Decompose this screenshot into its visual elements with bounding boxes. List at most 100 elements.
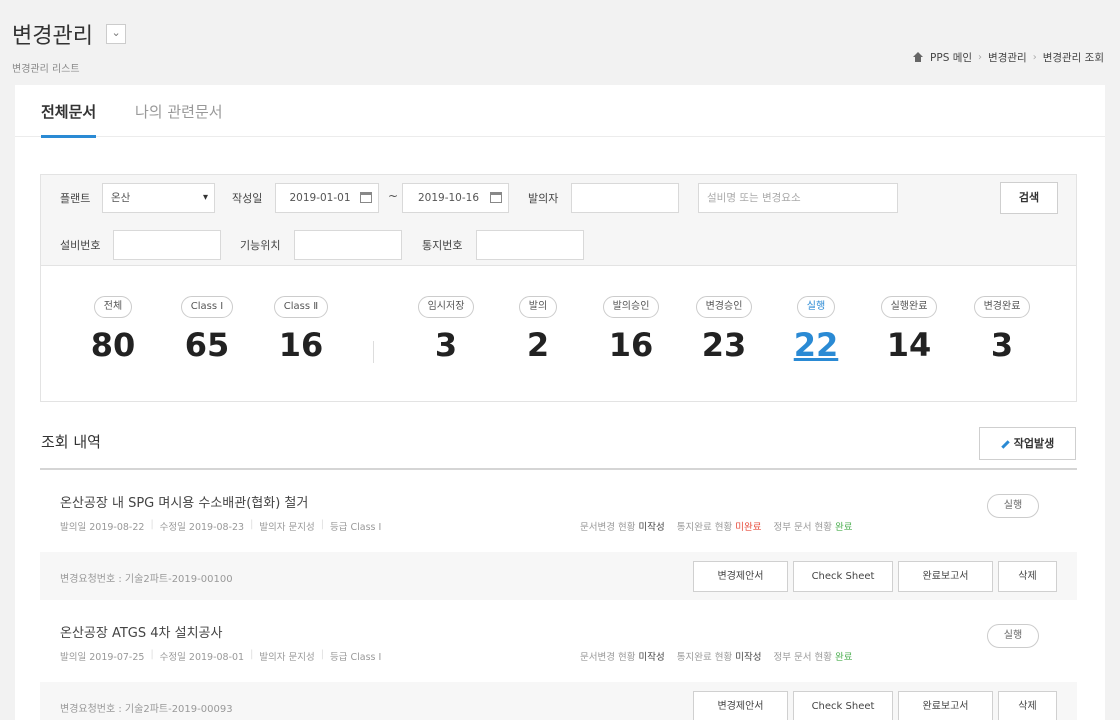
item-request-code: 변경요청번호 : 기술2파트-2019-00093 [60, 704, 233, 715]
date-from-input[interactable]: 2019-01-01 [275, 183, 379, 213]
item-requested-date: 발의일 2019-08-22 [60, 522, 145, 533]
home-icon[interactable] [912, 52, 924, 63]
stat-execution-done[interactable]: 실행완료 14 [874, 294, 944, 364]
change-proposal-button[interactable]: 변경제안서 [693, 561, 788, 592]
tab-my-documents[interactable]: 나의 관련문서 [135, 101, 223, 135]
doc-status-value: 미작성 [638, 652, 665, 663]
item-requester: 발의자 문지성 [259, 652, 315, 663]
stat-value: 16 [278, 326, 324, 364]
stat-value[interactable]: 22 [781, 326, 851, 364]
date-range-separator: ~ [388, 189, 399, 203]
stat-value: 80 [90, 326, 136, 364]
page-title: 변경관리 [12, 24, 93, 49]
requester-input[interactable] [571, 183, 679, 213]
stat-class-2[interactable]: Class Ⅱ 16 [266, 294, 336, 364]
keyword-input[interactable]: 설비명 또는 변경요소 [698, 183, 898, 213]
project-status-label: 정부 문서 현황 [773, 652, 832, 663]
stat-requested[interactable]: 발의 2 [503, 294, 573, 364]
function-location-label: 기능위치 [240, 239, 281, 252]
stat-divider [373, 341, 374, 363]
stat-label: 발의승인 [602, 296, 660, 318]
change-proposal-button[interactable]: 변경제안서 [693, 691, 788, 720]
completion-report-button[interactable]: 완료보고서 [898, 691, 993, 720]
item-title[interactable]: 온산공장 ATGS 4차 설치공사 [60, 622, 222, 641]
item-title[interactable]: 온산공장 내 SPG 며시용 수소배관(협화) 철거 [60, 492, 308, 511]
item-modified-date: 수정일 2019-08-01 [159, 652, 245, 663]
notice-number-label: 통지번호 [422, 239, 463, 252]
breadcrumb-item-home[interactable]: PPS 메인 [930, 50, 972, 65]
equipment-number-label: 설비번호 [60, 239, 101, 252]
notify-status-label: 통지완료 현황 [676, 652, 733, 663]
stat-change-done[interactable]: 변경완료 3 [967, 294, 1037, 364]
stat-value: 14 [886, 326, 932, 364]
stat-value: 65 [184, 326, 230, 364]
stat-label: 변경완료 [973, 296, 1031, 318]
function-location-input[interactable] [294, 230, 402, 260]
breadcrumb: PPS 메인 › 변경관리 › 변경관리 조회 [912, 50, 1104, 65]
date-to-input[interactable]: 2019-10-16 [402, 183, 509, 213]
item-status-details: 문서변경 현황 미작성 통지완료 현황 미작성 정부 문서 현황 완료 [580, 649, 852, 663]
breadcrumb-item-change[interactable]: 변경관리 [988, 50, 1027, 65]
create-work-button[interactable]: 작업발생 [979, 427, 1076, 460]
item-grade: 등급 Class Ⅰ [329, 522, 382, 533]
calendar-icon[interactable] [360, 192, 372, 203]
item-actions-row: 변경요청번호 : 기술2파트-2019-00100 변경제안서 Check Sh… [40, 552, 1077, 600]
project-status-label: 정부 문서 현황 [773, 522, 832, 533]
date-from-value: 2019-01-01 [289, 192, 351, 204]
equipment-number-input[interactable] [113, 230, 221, 260]
date-to-value: 2019-10-16 [417, 192, 480, 204]
calendar-icon[interactable] [490, 192, 502, 203]
delete-button[interactable]: 삭제 [998, 691, 1057, 720]
item-requested-date: 발의일 2019-07-25 [60, 652, 145, 663]
stat-request-approved[interactable]: 발의승인 16 [596, 294, 666, 364]
chevron-down-icon: ⌄ [111, 26, 121, 39]
title-dropdown-button[interactable]: ⌄ [106, 24, 127, 44]
project-status-value: 완료 [834, 522, 853, 533]
completion-report-button[interactable]: 완료보고서 [898, 561, 993, 592]
stat-value: 2 [526, 326, 550, 364]
requester-label: 발의자 [528, 192, 559, 205]
status-badge: 실행 [987, 624, 1039, 648]
breadcrumb-item-current: 변경관리 조회 [1042, 52, 1104, 64]
plant-select-value: 온산 [111, 192, 131, 204]
list-item[interactable]: 온산공장 ATGS 4차 설치공사 발의일 2019-07-25 | 수정일 20… [40, 600, 1077, 682]
stat-value: 3 [434, 326, 458, 364]
stat-label: 실행 [796, 296, 836, 318]
filter-area: 플랜트 온산 작성일 2019-01-01 ~ 2019-10-16 발의자 설… [41, 175, 1076, 266]
item-actions-row: 변경요청번호 : 기술2파트-2019-00093 변경제안서 Check Sh… [40, 682, 1077, 720]
item-status-details: 문서변경 현황 미작성 통지완료 현황 미완료 정부 문서 현황 완료 [580, 519, 852, 533]
plant-select[interactable]: 온산 [102, 183, 215, 213]
doc-status-label: 문서변경 현황 [580, 652, 636, 663]
page-header: 변경관리 ⌄ 변경관리 리스트 [12, 18, 127, 75]
project-status-value: 완료 [834, 652, 853, 663]
check-sheet-button[interactable]: Check Sheet [793, 691, 893, 720]
stat-change-approved[interactable]: 변경승인 23 [689, 294, 759, 364]
chevron-right-icon: › [978, 52, 983, 63]
notify-status-value: 미완료 [735, 522, 762, 533]
stat-in-progress[interactable]: 실행 22 [781, 294, 851, 364]
tab-all-documents[interactable]: 전체문서 [41, 101, 97, 138]
create-work-label: 작업발생 [1013, 437, 1055, 450]
stat-label: 실행완료 [880, 296, 938, 318]
pencil-icon [1001, 439, 1010, 449]
stat-label: 변경승인 [695, 296, 753, 318]
date-label: 작성일 [232, 192, 263, 205]
page-subtitle: 변경관리 리스트 [12, 64, 80, 75]
status-badge: 실행 [987, 494, 1039, 518]
notice-number-input[interactable] [476, 230, 584, 260]
item-meta: 발의일 2019-08-22 | 수정일 2019-08-23 | 발의자 문지성 |… [60, 519, 382, 533]
stat-value: 23 [701, 326, 747, 364]
check-sheet-button[interactable]: Check Sheet [793, 561, 893, 592]
item-meta: 발의일 2019-07-25 | 수정일 2019-08-01 | 발의자 문지성 |… [60, 649, 382, 663]
main-panel: 전체문서 나의 관련문서 플랜트 온산 작성일 2019-01-01 ~ 201… [15, 85, 1105, 720]
search-button[interactable]: 검색 [1000, 182, 1058, 214]
item-modified-date: 수정일 2019-08-23 [159, 522, 245, 533]
chevron-right-icon: › [1032, 52, 1037, 63]
list-item[interactable]: 온산공장 내 SPG 며시용 수소배관(협화) 철거 발의일 2019-08-2… [40, 470, 1077, 552]
delete-button[interactable]: 삭제 [998, 561, 1057, 592]
stat-temp-saved[interactable]: 임시저장 3 [411, 294, 481, 364]
stat-all[interactable]: 전체 80 [78, 294, 148, 364]
stat-class-1[interactable]: Class Ⅰ 65 [172, 294, 242, 364]
stat-value: 16 [608, 326, 654, 364]
stat-value: 3 [990, 326, 1014, 364]
